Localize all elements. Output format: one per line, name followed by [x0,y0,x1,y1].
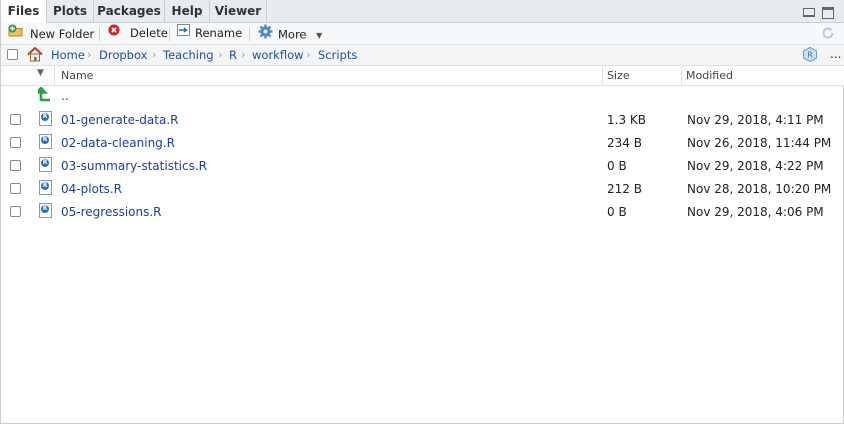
files-pane: Files Plots Packages Help Viewer New Fol… [0,0,844,424]
delete-icon [108,24,120,41]
file-name-link[interactable]: 01-generate-data.R [61,113,178,127]
new-folder-icon [8,24,25,43]
breadcrumb-dropbox[interactable]: Dropbox [99,48,147,62]
file-size: 1.3 KB [607,113,646,127]
select-all-checkbox[interactable] [7,49,18,60]
toolbar-divider [99,27,100,41]
table-row[interactable]: R 03-summary-statistics.R 0 B Nov 29, 20… [1,155,844,178]
table-row[interactable]: R 04-plots.R 212 B Nov 28, 2018, 10:20 P… [1,178,844,201]
tab-help[interactable]: Help [165,0,210,22]
file-name-link[interactable]: 02-data-cleaning.R [61,136,175,150]
toolbar-divider [169,27,170,41]
breadcrumb-teaching[interactable]: Teaching [163,48,214,62]
tab-plots[interactable]: Plots [47,0,94,22]
r-file-icon: R [39,203,52,218]
delete-button[interactable]: Delete [108,24,168,42]
column-divider [54,66,55,85]
row-checkbox[interactable] [10,183,21,194]
file-modified: Nov 29, 2018, 4:11 PM [687,113,824,127]
table-row[interactable]: R 05-regressions.R 0 B Nov 29, 2018, 4:0… [1,201,844,224]
file-name-link[interactable]: 04-plots.R [61,182,122,196]
column-header-name[interactable]: Name [61,66,93,85]
maximize-pane-icon[interactable] [822,7,834,19]
breadcrumb-home[interactable]: Home [51,48,85,62]
table-row[interactable]: R 01-generate-data.R 1.3 KB Nov 29, 2018… [1,109,844,132]
pane-tab-bar: Files Plots Packages Help Viewer [1,0,844,23]
more-options-button[interactable]: ... [830,47,841,61]
delete-label: Delete [130,26,168,40]
rename-label: Rename [195,26,243,40]
row-checkbox[interactable] [10,160,21,171]
files-toolbar: New Folder Delete Rename More ▼ [1,23,844,45]
minimize-pane-icon[interactable] [803,8,815,17]
r-file-icon: R [39,180,52,195]
breadcrumb-separator-icon: › [87,48,92,61]
breadcrumb-separator-icon: › [152,48,157,61]
breadcrumb-separator-icon: › [241,48,246,61]
breadcrumb-scripts[interactable]: Scripts [318,48,357,62]
column-header-modified[interactable]: Modified [686,66,733,85]
gear-icon [258,24,273,44]
file-modified: Nov 29, 2018, 4:22 PM [687,159,824,173]
file-size: 0 B [607,159,627,173]
row-checkbox[interactable] [10,114,21,125]
column-header-size[interactable]: Size [607,66,630,85]
rename-icon [177,24,190,41]
tab-packages[interactable]: Packages [94,0,165,22]
toolbar-divider [249,27,250,41]
r-file-icon: R [39,134,52,149]
more-label: More [278,27,307,42]
table-row[interactable]: R 02-data-cleaning.R 234 B Nov 26, 2018,… [1,132,844,155]
column-divider [681,66,682,85]
file-list-header: ▼ Name Size Modified [1,66,844,86]
new-folder-button[interactable]: New Folder [8,24,95,43]
file-modified: Nov 29, 2018, 4:06 PM [687,205,824,219]
breadcrumb-r[interactable]: R [229,48,237,62]
file-name-link[interactable]: 05-regressions.R [61,205,162,219]
breadcrumb-workflow[interactable]: workflow [252,48,304,62]
r-project-icon[interactable]: R [803,46,817,65]
row-checkbox[interactable] [10,206,21,217]
file-modified: Nov 26, 2018, 11:44 PM [687,136,832,150]
file-size: 212 B [607,182,642,196]
sort-caret-icon[interactable]: ▼ [37,68,44,78]
breadcrumb-separator-icon: › [306,48,311,61]
tab-viewer[interactable]: Viewer [210,0,267,22]
refresh-icon[interactable] [821,26,835,43]
home-icon[interactable] [27,46,43,65]
file-size: 234 B [607,136,642,150]
row-checkbox[interactable] [10,137,21,148]
dropdown-caret-icon: ▼ [316,30,323,40]
tab-files[interactable]: Files [1,0,47,23]
file-modified: Nov 28, 2018, 10:20 PM [687,182,832,196]
svg-text:R: R [807,51,813,60]
new-folder-label: New Folder [30,27,95,41]
file-size: 0 B [607,205,627,219]
file-name-link[interactable]: 03-summary-statistics.R [61,159,207,173]
parent-directory-link[interactable]: .. [61,89,69,103]
parent-directory-row[interactable]: .. [1,86,844,109]
breadcrumb-separator-icon: › [218,48,223,61]
more-menu-button[interactable]: More ▼ [258,24,323,44]
r-file-icon: R [39,111,52,126]
breadcrumb: Home › Dropbox › Teaching › R › workflow… [1,45,844,66]
up-arrow-icon [34,86,52,105]
rename-button[interactable]: Rename [177,24,243,42]
column-divider [602,66,603,85]
r-file-icon: R [39,157,52,172]
